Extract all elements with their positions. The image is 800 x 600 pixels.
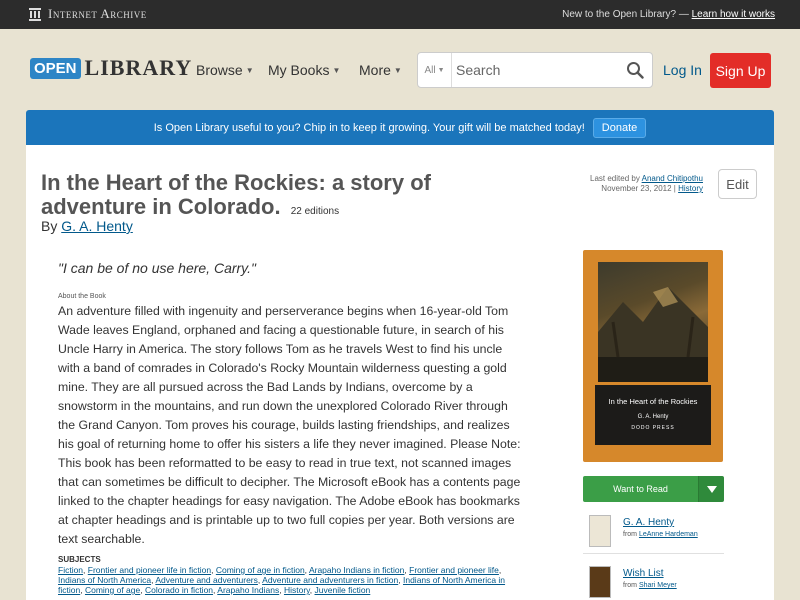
book-title-text: In the Heart of the Rockies: a story of …	[41, 170, 431, 219]
nav-more-label: More	[359, 62, 391, 78]
edited-prefix: Last edited by	[590, 174, 640, 183]
subject-link[interactable]: Adventure and adventurers in fiction	[262, 575, 398, 585]
subject-link[interactable]: Frontier and pioneer life in fiction	[88, 565, 211, 575]
search-scope-label: All	[424, 64, 436, 76]
login-link[interactable]: Log In	[663, 62, 702, 78]
banner-text: Is Open Library useful to you? Chip in t…	[153, 121, 585, 134]
ia-logo-text: Internet Archive	[48, 6, 147, 21]
site-header: OPEN LIBRARY Browse ▼ My Books ▼ More ▼ …	[0, 29, 800, 109]
list-name-link[interactable]: G. A. Henty	[623, 517, 674, 528]
edited-date: November 23, 2012 |	[601, 184, 676, 193]
caret-down-icon	[706, 485, 717, 493]
nav-more[interactable]: More ▼	[359, 62, 402, 78]
subject-link[interactable]: Colorado in fiction	[145, 585, 213, 595]
list-divider	[583, 553, 724, 554]
list-owner: from LeAnne Hardeman	[623, 531, 698, 538]
list-from-prefix: from	[623, 582, 637, 589]
subject-link[interactable]: Adventure and adventurers	[155, 575, 258, 585]
caret-down-icon: ▼	[245, 65, 254, 75]
book-page: In the Heart of the Rockies: a story of …	[26, 145, 774, 600]
caret-down-icon: ▼	[393, 65, 402, 75]
editions-count: 22 editions	[290, 206, 340, 217]
donate-banner: Is Open Library useful to you? Chip in t…	[26, 110, 774, 145]
subject-link[interactable]: History	[284, 585, 310, 595]
search-icon[interactable]	[626, 61, 644, 79]
want-to-read-button[interactable]: Want to Read	[583, 476, 698, 502]
internet-archive-bar: Internet Archive New to the Open Library…	[0, 0, 800, 29]
list-owner-link[interactable]: LeAnne Hardeman	[639, 531, 698, 538]
subject-link[interactable]: Arapaho Indians	[217, 585, 279, 595]
book-description: An adventure filled with ingenuity and p…	[58, 304, 521, 546]
ia-logo[interactable]: Internet Archive	[28, 6, 147, 22]
nav-browse-label: Browse	[196, 62, 243, 78]
subject-link[interactable]: Juvenile fiction	[315, 585, 371, 595]
logo-open: OPEN	[30, 57, 81, 79]
ia-promo-text: New to the Open Library? —	[562, 9, 689, 20]
cover-caption: In the Heart of the Rockies G. A. Henty …	[595, 385, 711, 445]
list-from-prefix: from	[623, 531, 637, 538]
subject-link[interactable]: Coming of age in fiction	[216, 565, 305, 575]
subjects-section: SUBJECTS Fiction, Frontier and pioneer l…	[58, 555, 508, 595]
open-library-logo[interactable]: OPEN LIBRARY	[30, 51, 192, 85]
list-name-link[interactable]: Wish List	[623, 568, 664, 579]
subject-link[interactable]: Frontier and pioneer life	[409, 565, 499, 575]
mountain-painting-icon	[598, 287, 708, 382]
by-prefix: By	[41, 218, 58, 234]
want-to-read-control: Want to Read	[583, 476, 724, 502]
logo-library: LIBRARY	[84, 55, 193, 80]
subject-link[interactable]: Coming of age	[85, 585, 140, 595]
history-link[interactable]: History	[678, 184, 703, 193]
author-link[interactable]: G. A. Henty	[61, 218, 133, 234]
editor-link[interactable]: Anand Chitipothu	[642, 174, 703, 183]
list-owner-link[interactable]: Shari Meyer	[639, 582, 677, 589]
cover-painting	[598, 262, 708, 382]
caret-down-icon: ▼	[437, 66, 445, 74]
book-title: In the Heart of the Rockies: a story of …	[41, 171, 511, 224]
first-sentence-quote: "I can be of no use here, Carry."	[58, 260, 257, 276]
list-thumbnail	[589, 515, 611, 547]
subject-link[interactable]: Arapaho Indians in fiction	[309, 565, 404, 575]
list-owner: from Shari Meyer	[623, 582, 677, 589]
about-label: About the Book	[58, 293, 106, 300]
ia-promo: New to the Open Library? — Learn how it …	[562, 9, 775, 20]
byline: By G. A. Henty	[41, 218, 133, 234]
signup-button[interactable]: Sign Up	[710, 53, 771, 88]
book-cover[interactable]: In the Heart of the Rockies G. A. Henty …	[583, 250, 723, 462]
nav-my-books-label: My Books	[268, 62, 330, 78]
edit-button[interactable]: Edit	[718, 169, 757, 199]
learn-how-link[interactable]: Learn how it works	[692, 9, 775, 20]
subject-link[interactable]: Fiction	[58, 565, 83, 575]
subject-link[interactable]: Indians of North America	[58, 575, 151, 585]
last-edited-info: Last edited by Anand Chitipothu November…	[590, 174, 703, 194]
cover-title: In the Heart of the Rockies	[608, 397, 698, 406]
nav-my-books[interactable]: My Books ▼	[268, 62, 340, 78]
cover-publisher: DODO PRESS	[631, 425, 675, 431]
donate-button[interactable]: Donate	[592, 117, 647, 138]
search-input[interactable]	[456, 59, 616, 81]
search-box: All ▼	[417, 52, 653, 88]
search-scope-select[interactable]: All ▼	[418, 53, 452, 87]
subject-links: Fiction, Frontier and pioneer life in fi…	[58, 565, 506, 595]
nav-browse[interactable]: Browse ▼	[196, 62, 254, 78]
archive-building-icon	[29, 8, 41, 21]
want-to-read-dropdown[interactable]	[698, 476, 724, 502]
subjects-heading: SUBJECTS	[58, 555, 101, 564]
cover-author: G. A. Henty	[637, 414, 669, 420]
list-thumbnail	[589, 566, 611, 598]
caret-down-icon: ▼	[332, 65, 341, 75]
